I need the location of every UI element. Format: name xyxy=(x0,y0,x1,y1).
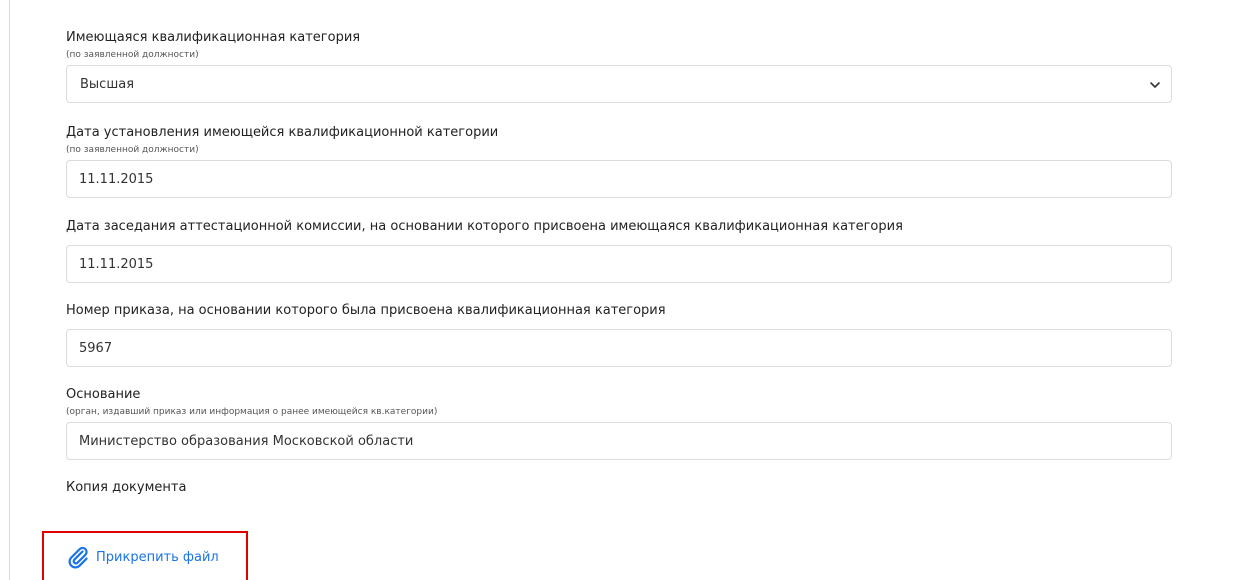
basis-input[interactable]: Министерство образования Московской обла… xyxy=(66,422,1172,460)
category-date-hint: (по заявленной должности) xyxy=(66,145,199,155)
qualification-form: Имеющаяся квалификационная категория (по… xyxy=(66,29,1172,496)
category-select[interactable]: Высшая xyxy=(66,65,1172,103)
order-number-label: Номер приказа, на основании которого был… xyxy=(66,303,666,318)
basis-group: Основание (орган, издавший приказ или ин… xyxy=(66,386,1172,460)
category-date-input[interactable]: 11.11.2015 xyxy=(66,160,1172,198)
category-selected-value: Высшая xyxy=(80,76,135,92)
category-label: Имеющаяся квалификационная категория xyxy=(66,30,361,45)
commission-date-input[interactable]: 11.11.2015 xyxy=(66,245,1172,283)
category-hint: (по заявленной должности) xyxy=(66,50,199,60)
basis-hint: (орган, издавший приказ или информация о… xyxy=(66,407,438,417)
category-date-label: Дата установления имеющейся квалификацио… xyxy=(66,125,499,140)
category-group: Имеющаяся квалификационная категория (по… xyxy=(66,29,1172,103)
attach-file-button[interactable]: Прикрепить файл xyxy=(66,545,219,569)
commission-date-group: Дата заседания аттестационной комиссии, … xyxy=(66,218,1172,283)
commission-date-value: 11.11.2015 xyxy=(79,256,154,272)
category-date-group: Дата установления имеющейся квалификацио… xyxy=(66,124,1172,198)
document-copy-label: Копия документа xyxy=(66,480,187,495)
order-number-value: 5967 xyxy=(79,340,113,356)
chevron-down-icon xyxy=(1150,82,1160,88)
document-copy-group: Копия документа xyxy=(66,479,1172,496)
attach-file-label: Прикрепить файл xyxy=(96,549,219,565)
commission-date-label: Дата заседания аттестационной комиссии, … xyxy=(66,219,903,234)
basis-value: Министерство образования Московской обла… xyxy=(79,433,414,449)
basis-label: Основание xyxy=(66,387,141,402)
order-number-input[interactable]: 5967 xyxy=(66,329,1172,367)
order-number-group: Номер приказа, на основании которого был… xyxy=(66,302,1172,367)
category-date-value: 11.11.2015 xyxy=(79,171,154,187)
paperclip-icon xyxy=(68,546,88,569)
